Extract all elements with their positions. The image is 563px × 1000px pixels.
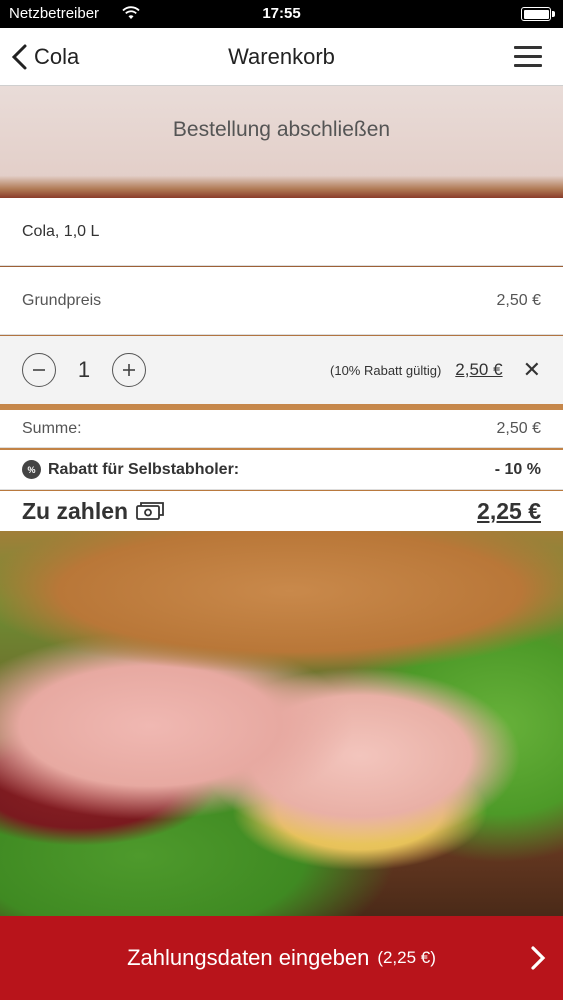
- hamburger-menu-icon[interactable]: [514, 46, 542, 68]
- sum-row: Summe: 2,50 €: [0, 410, 563, 448]
- chevron-right-icon: [531, 946, 546, 970]
- percent-icon: %: [22, 460, 41, 479]
- discount-note: (10% Rabatt gültig): [330, 362, 442, 378]
- sum-label: Summe:: [22, 419, 82, 437]
- minus-icon: [33, 369, 45, 371]
- page-title: Warenkorb: [228, 44, 335, 69]
- battery-icon: [521, 7, 555, 21]
- line-price: 2,50 €: [455, 360, 503, 379]
- plus-icon: [123, 364, 135, 376]
- total-label: Zu zahlen: [22, 497, 129, 524]
- checkout-title: Bestellung abschließen: [172, 117, 391, 141]
- product-row: Cola, 1,0 L: [0, 198, 563, 266]
- product-name: Cola, 1,0 L: [22, 222, 100, 240]
- pay-button-amount: (2,25 €): [377, 948, 436, 967]
- pay-button-label: Zahlungsdaten eingeben: [127, 945, 370, 970]
- base-price-row: Grundpreis 2,50 €: [0, 267, 563, 335]
- increase-quantity-button[interactable]: [112, 353, 146, 387]
- status-bar: Netzbetreiber 17:55: [0, 0, 563, 28]
- base-price-label: Grundpreis: [22, 291, 102, 309]
- base-price-value: 2,50 €: [496, 291, 541, 309]
- decrease-quantity-button[interactable]: [22, 353, 56, 387]
- remove-item-button[interactable]: ✕: [523, 359, 541, 381]
- discount-label: Rabatt für Selbstabholer:: [48, 460, 240, 478]
- discount-row: % Rabatt für Selbstabholer: - 10 %: [0, 450, 563, 490]
- navigation-bar: Cola Warenkorb: [0, 28, 563, 86]
- cash-icon: [136, 502, 164, 520]
- checkout-header: Bestellung abschließen: [0, 86, 563, 198]
- status-time: 17:55: [262, 5, 301, 22]
- discount-value: - 10 %: [494, 460, 541, 478]
- total-amount: 2,25 €: [477, 497, 541, 524]
- quantity-row: 1 (10% Rabatt gültig) 2,50 € ✕: [0, 336, 563, 404]
- sum-value: 2,50 €: [496, 419, 541, 437]
- enter-payment-details-button[interactable]: Zahlungsdaten eingeben (2,25 €): [0, 916, 563, 1000]
- quantity-value: 1: [77, 357, 91, 382]
- total-row: Zu zahlen 2,25 €: [0, 491, 563, 531]
